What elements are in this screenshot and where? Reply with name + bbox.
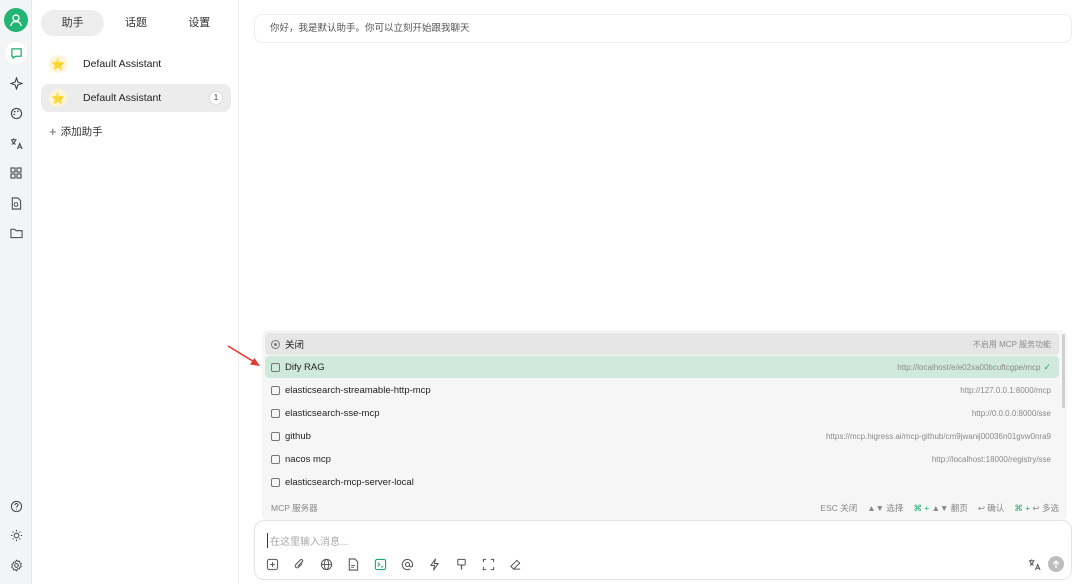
tab-topics[interactable]: 话题 [104,10,167,36]
send-button[interactable] [1048,556,1064,572]
translate-icon[interactable] [1026,556,1042,572]
menu-scrollbar[interactable] [1062,334,1065,408]
chat-bubble-icon[interactable] [5,42,27,64]
translate-icon[interactable] [5,132,27,154]
star-emoji-icon: ⭐ [49,89,67,107]
paperclip-icon[interactable] [291,556,307,572]
server-icon [271,432,280,441]
hint-multi-key: ⌘ + [1014,503,1030,513]
topic-count-badge: 1 [209,91,223,105]
mcp-item[interactable]: elasticsearch-mcp-server-local [265,471,1059,493]
server-icon [271,455,280,464]
mcp-item-name: elasticsearch-sse-mcp [285,408,380,419]
panel-tabs: 助手 话题 设置 [41,10,231,36]
brush-icon[interactable] [453,556,469,572]
mcp-footer-title: MCP 服务器 [271,502,318,514]
mcp-item[interactable]: nacos mcp http://localhost:18000/registr… [265,448,1059,470]
plus-icon: + [49,124,57,139]
check-icon: ✓ [1043,362,1051,373]
add-assistant-button[interactable]: + 添加助手 [49,124,103,139]
assistant-item-selected[interactable]: ⭐ Default Assistant 1 [41,84,231,112]
arrow-up-icon [1052,560,1060,569]
server-icon [271,409,280,418]
mcp-item-name: elasticsearch-mcp-server-local [285,477,414,488]
mcp-item-url: http://localhost:18000/registry/sse [932,455,1051,464]
assistant-item[interactable]: ⭐ Default Assistant [41,50,231,78]
sun-icon[interactable] [5,524,27,546]
mcp-server-menu: 关闭 不启用 MCP 服务功能 Dify RAG http://localhos… [262,330,1067,520]
globe-icon[interactable] [318,556,334,572]
assistant-greeting-message: 你好，我是默认助手。你可以立刻开始跟我聊天 [254,14,1072,43]
icon-rail [0,0,32,584]
knowledge-base-icon[interactable] [345,556,361,572]
server-icon [271,478,280,487]
settings-gear-icon[interactable] [5,554,27,576]
fullscreen-icon[interactable] [480,556,496,572]
palette-icon[interactable] [5,102,27,124]
file-search-icon[interactable] [5,192,27,214]
keyboard-hints: ESC 关闭 ▲▼ 选择 ⌘ + ▲▼ 翻页 ↩ 确认 ⌘ + ↩ 多选 [820,502,1059,514]
tab-settings[interactable]: 设置 [168,10,231,36]
mcp-item[interactable]: github https://mcp.higress.ai/mcp-github… [265,425,1059,447]
hint-page: ⌘ + ▲▼ 翻页 [913,502,967,514]
assistant-name: Default Assistant [83,58,161,70]
mcp-item-name: Dify RAG [285,362,325,373]
hint-select: ▲▼ 选择 [867,502,903,514]
at-mention-icon[interactable] [399,556,415,572]
sparkle-icon[interactable] [5,72,27,94]
assistant-panel: 助手 话题 设置 ⭐ Default Assistant ⭐ Default A… [33,0,239,584]
assistant-name: Default Assistant [83,92,161,104]
mcp-item[interactable]: elasticsearch-sse-mcp http://0.0.0.0:800… [265,402,1059,424]
user-avatar[interactable] [4,8,28,32]
server-icon [271,363,280,372]
help-icon[interactable] [5,495,27,517]
message-input[interactable]: 在这里输入消息... [267,533,348,548]
star-emoji-icon: ⭐ [49,55,67,73]
eraser-icon[interactable] [507,556,523,572]
hint-esc: ESC 关闭 [820,502,857,514]
mcp-terminal-icon[interactable] [372,556,388,572]
apps-grid-icon[interactable] [5,162,27,184]
mcp-item-dify-rag[interactable]: Dify RAG http://localhost/e/e02xa00bcuft… [265,356,1059,378]
disable-circle-icon [271,340,280,349]
tab-assistants[interactable]: 助手 [41,10,104,36]
message-input-box[interactable]: 在这里输入消息... [254,520,1072,580]
hint-page-text: ▲▼ 翻页 [932,503,968,513]
hint-page-key: ⌘ + [913,503,929,513]
hint-multi: ⌘ + ↩ 多选 [1014,502,1059,514]
mcp-item-name: 关闭 [285,337,304,351]
mcp-item-name: github [285,431,311,442]
folder-icon[interactable] [5,222,27,244]
mcp-item-url: https://mcp.higress.ai/mcp-github/cm9jwa… [826,432,1051,441]
mcp-item-url: http://localhost/e/e02xa00bcuftcgpe/mcp [897,363,1040,372]
add-assistant-label: 添加助手 [61,124,103,139]
new-topic-icon[interactable] [264,556,280,572]
hint-confirm: ↩ 确认 [978,502,1004,514]
mcp-item-url: http://0.0.0.0:8000/sse [972,409,1051,418]
mcp-item[interactable]: elasticsearch-streamable-http-mcp http:/… [265,379,1059,401]
lightning-icon[interactable] [426,556,442,572]
server-icon [271,386,280,395]
mcp-item-name: elasticsearch-streamable-http-mcp [285,385,431,396]
hint-multi-text: ↩ 多选 [1033,503,1059,513]
mcp-item-disable[interactable]: 关闭 不启用 MCP 服务功能 [265,333,1059,355]
mcp-item-url: http://127.0.0.1:8000/mcp [960,386,1051,395]
mcp-menu-footer: MCP 服务器 ESC 关闭 ▲▼ 选择 ⌘ + ▲▼ 翻页 ↩ 确认 ⌘ + … [271,502,1059,514]
mcp-item-name: nacos mcp [285,454,331,465]
mcp-item-detail: 不启用 MCP 服务功能 [973,339,1051,350]
red-arrow-icon [226,344,262,370]
